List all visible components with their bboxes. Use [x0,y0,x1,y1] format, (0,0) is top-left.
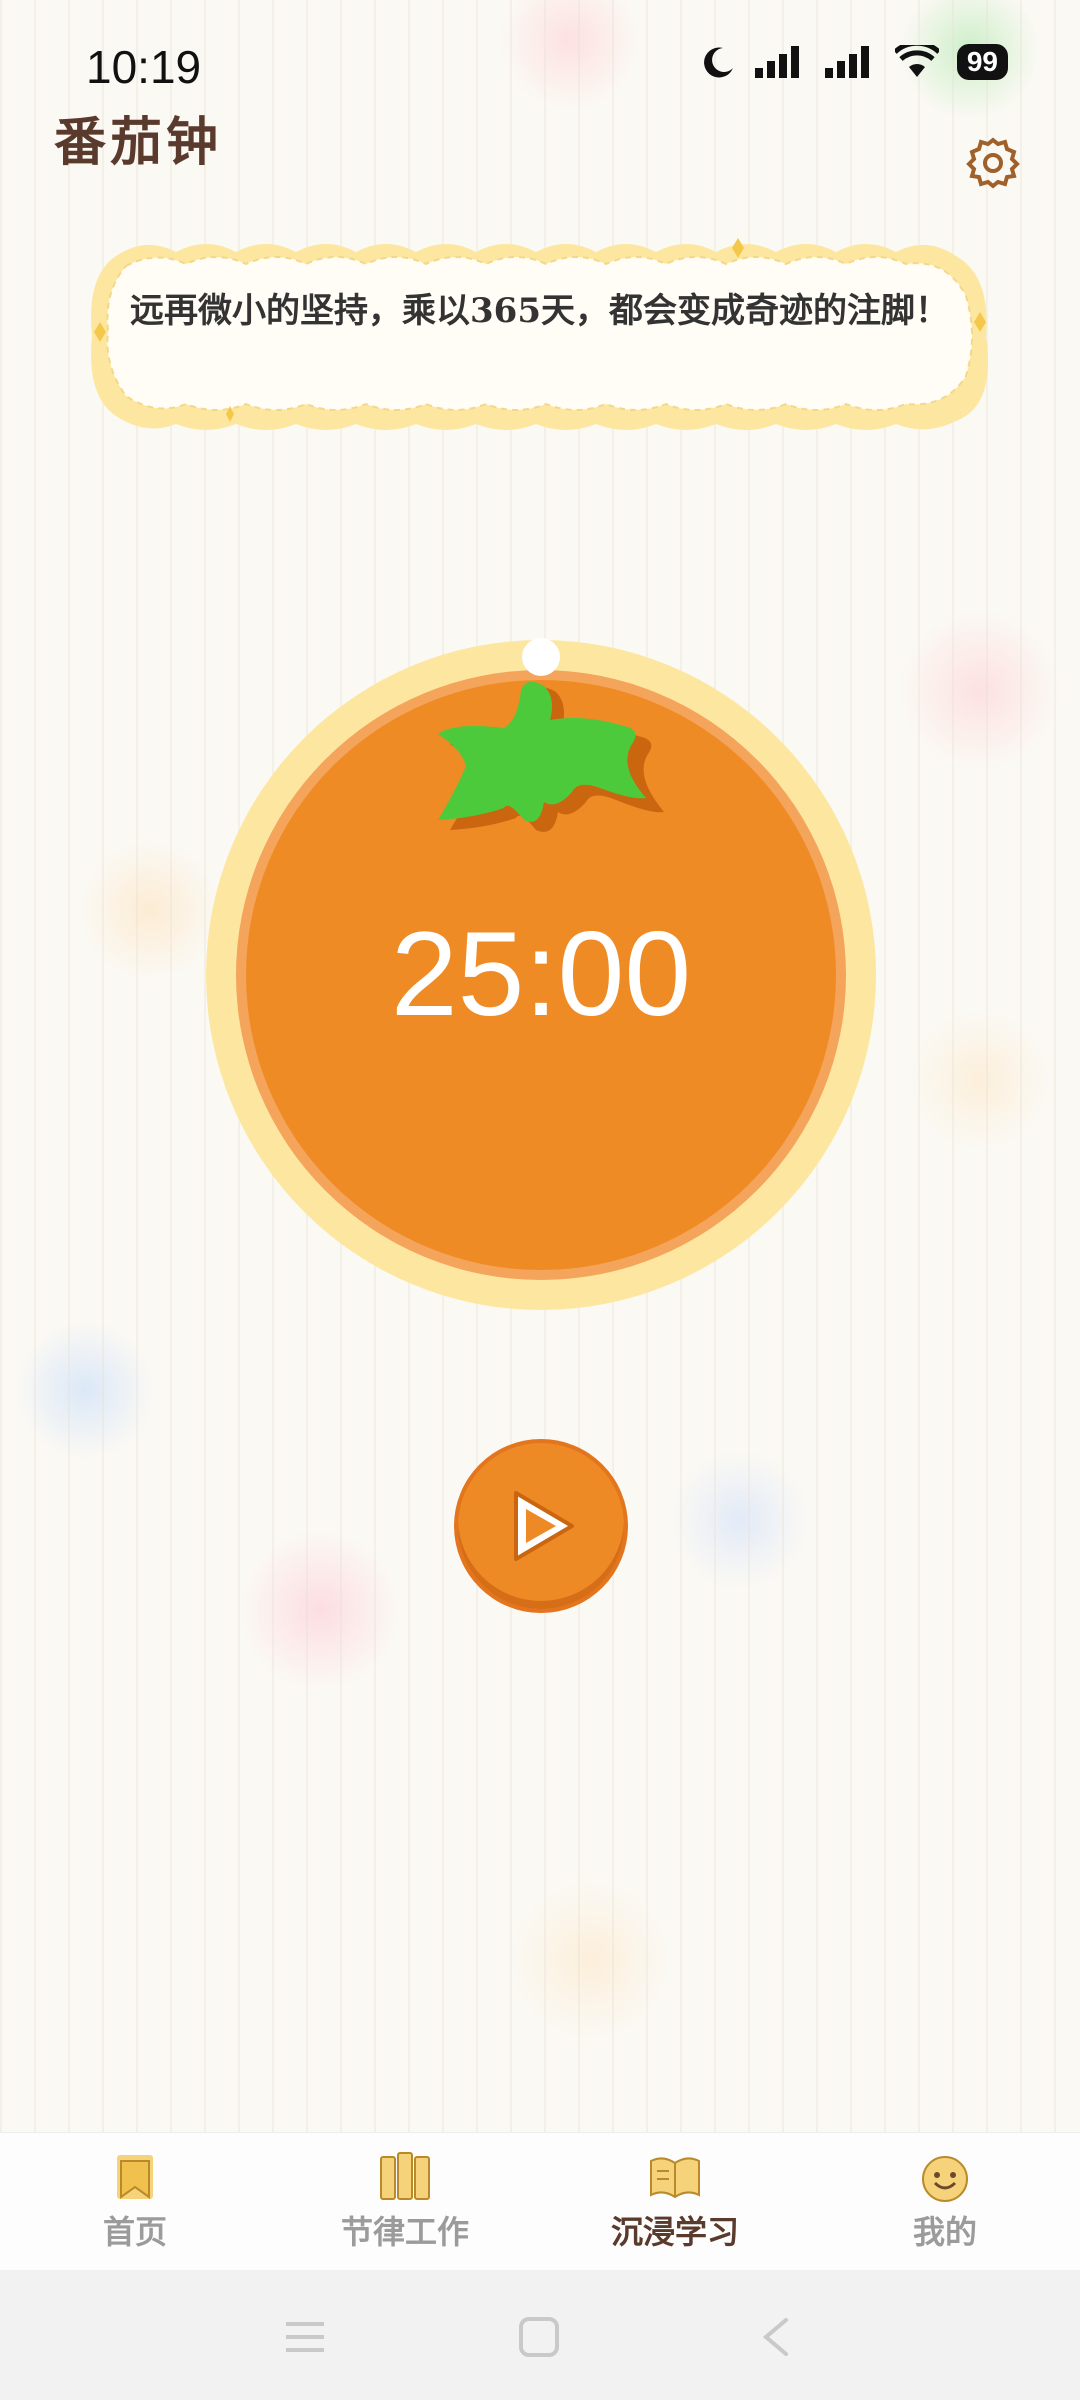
quote-card: 远再微小的坚持，乘以365天，都会变成奇迹的注脚！ [86,236,996,436]
signal-icon [754,46,799,78]
timer-dial[interactable]: 25:00 [206,638,876,1310]
status-time: 10:19 [86,41,202,93]
tab-mine[interactable]: 我的 [810,2133,1080,2271]
open-book-icon [650,2157,700,2199]
app-title: 番茄钟 [54,112,223,173]
menu-icon[interactable] [284,2316,326,2358]
tab-home-label: 首页 [102,2213,167,2251]
back-icon[interactable] [756,2316,798,2358]
status-icons: 99 [701,44,1008,80]
tab-rhythm-work[interactable]: 节律工作 [270,2133,540,2271]
play-button[interactable] [458,1443,624,1609]
tab-home[interactable]: 首页 [0,2133,270,2271]
settings-button[interactable] [965,134,1021,190]
books-icon [380,2152,430,2200]
bookmark-icon [117,2155,153,2199]
tab-immersive-study[interactable]: 沉浸学习 [540,2133,810,2271]
quote-cloud-frame [91,238,988,430]
smiley-icon [922,2156,968,2202]
play-icon [514,1491,574,1561]
home-icon[interactable] [518,2316,560,2358]
tab-immersive-study-label: 沉浸学习 [610,2213,739,2251]
quote-text: 远再微小的坚持，乘以365天，都会变成奇迹的注脚！ [130,291,949,331]
moon-icon [703,47,733,78]
progress-knob[interactable] [522,638,560,676]
tab-mine-label: 我的 [912,2213,977,2251]
bottom-tab-bar: 首页 节律工作 沉浸学习 我的 [0,2132,1080,2271]
tomato-leaf-icon [438,681,664,832]
timer-display: 25:00 [390,907,692,1041]
system-navigation-bar [0,2270,1080,2400]
signal-icon-2 [824,46,869,78]
wifi-icon [894,45,939,77]
tab-rhythm-work-label: 节律工作 [340,2213,469,2251]
gear-icon [966,137,1020,189]
battery-indicator: 99 [956,44,1008,80]
